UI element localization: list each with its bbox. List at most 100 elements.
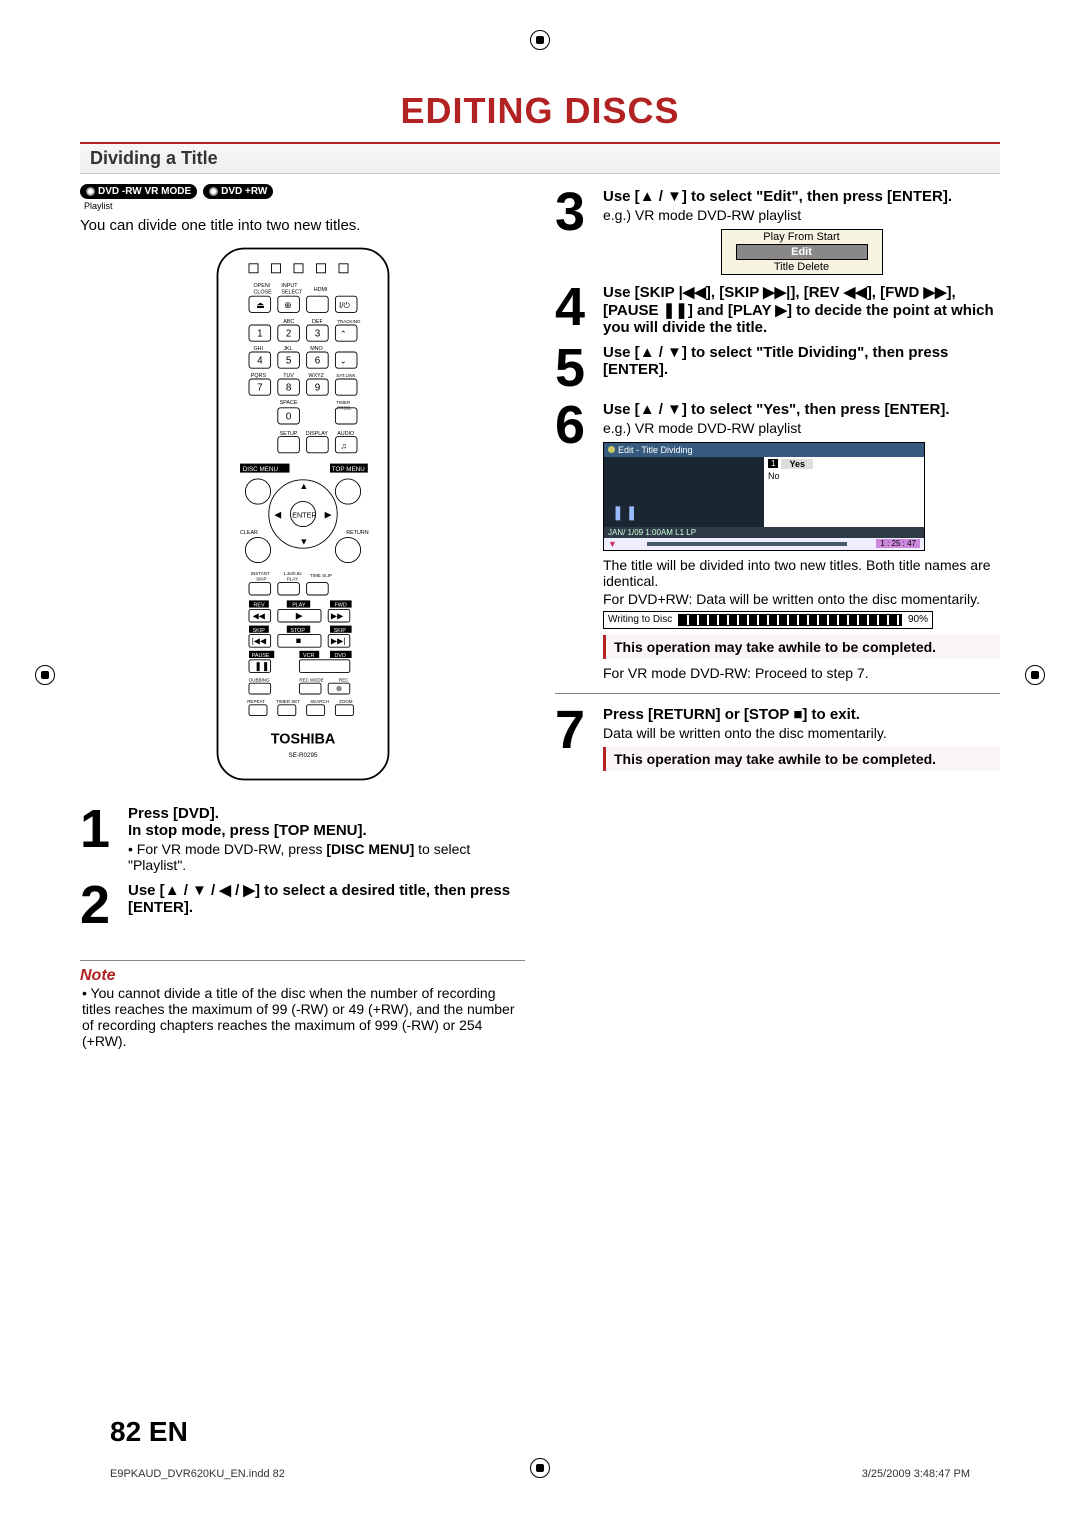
svg-text:▶▶: ▶▶ — [330, 611, 343, 620]
svg-text:SE-R0295: SE-R0295 — [288, 752, 318, 759]
step-number: 1 — [80, 805, 120, 854]
arrows-icon: ▲ / ▼ — [640, 188, 682, 205]
svg-text:▶▶|: ▶▶| — [330, 637, 345, 646]
example-label: e.g.) VR mode DVD-RW playlist — [603, 207, 1000, 223]
registration-mark — [530, 30, 550, 50]
note-body: • You cannot divide a title of the disc … — [80, 985, 525, 1049]
svg-text:6: 6 — [314, 356, 320, 367]
t: Use [ — [603, 344, 640, 361]
svg-text:SETUP: SETUP — [279, 431, 297, 437]
t: ], [SKIP — [706, 284, 763, 301]
t: Use [ — [603, 188, 640, 205]
screen-title: Edit - Title Dividing — [618, 445, 693, 455]
svg-text:SKIP: SKIP — [252, 628, 265, 634]
svg-text:SPACE: SPACE — [279, 400, 297, 406]
registration-mark — [1025, 665, 1045, 685]
svg-text:MNO: MNO — [310, 346, 323, 352]
preview-pane: ❚❚ — [604, 457, 764, 527]
manual-page: EDITING DISCS Dividing a Title DVD -RW V… — [0, 0, 1080, 1528]
note-heading: Note — [80, 960, 525, 985]
svg-text:9: 9 — [314, 383, 320, 394]
t: Press [RETURN] or [STOP — [603, 706, 793, 723]
svg-text:◀◀: ◀◀ — [252, 611, 265, 620]
step-number: 4 — [555, 283, 595, 332]
screen-footer-info: JAN/ 1/09 1:00AM L1 LP — [604, 527, 924, 538]
svg-text:REC: REC — [339, 677, 349, 682]
svg-text:1.3x/0.8x: 1.3x/0.8x — [283, 571, 302, 576]
step1-line2: In stop mode, press [TOP MENU]. — [128, 822, 367, 839]
svg-text:JKL: JKL — [283, 346, 292, 352]
elapsed-time: 1 : 25 : 47 — [876, 539, 920, 548]
svg-text:SELECT: SELECT — [281, 290, 303, 296]
svg-text:STOP: STOP — [290, 628, 305, 634]
t: Use [SKIP — [603, 284, 679, 301]
svg-text:CLEAR: CLEAR — [240, 530, 258, 536]
registration-mark — [35, 665, 55, 685]
rev-icon: ◀◀ — [844, 284, 867, 301]
disc-menu-ref: [DISC MENU] — [326, 841, 414, 857]
svg-text:RETURN: RETURN — [346, 530, 369, 536]
menu-edit-selected: Edit — [736, 244, 868, 260]
dvd-rw-vr-badge: DVD -RW VR MODE — [80, 184, 197, 199]
svg-text:TRACKING: TRACKING — [337, 319, 361, 324]
fwd-icon: ▶▶ — [923, 284, 946, 301]
t: ], [REV — [790, 284, 843, 301]
arrows-icon: ▲ / ▼ — [640, 344, 682, 361]
step6-note2: For DVD+RW: Data will be written onto th… — [603, 591, 1000, 607]
svg-text:4: 4 — [257, 356, 263, 367]
svg-text:REC MODE: REC MODE — [299, 677, 323, 682]
step-1: 1 Press [DVD]. In stop mode, press [TOP … — [80, 805, 525, 873]
step6-note1: The title will be divided into two new t… — [603, 557, 1000, 589]
step7-note: Data will be written onto the disc momen… — [603, 725, 1000, 741]
step1-bullet-pre: • For VR mode DVD-RW, press — [128, 841, 326, 857]
svg-text:■: ■ — [295, 636, 300, 646]
svg-text:ENTER: ENTER — [292, 511, 316, 520]
example-label: e.g.) VR mode DVD-RW playlist — [603, 420, 1000, 436]
svg-text:I/⏻: I/⏻ — [339, 301, 350, 310]
t: ], [FWD — [867, 284, 924, 301]
svg-text:VCR: VCR — [303, 653, 314, 659]
disc-icon — [608, 446, 615, 453]
svg-text:1: 1 — [257, 329, 263, 340]
step6-note3: For VR mode DVD-RW: Proceed to step 7. — [603, 665, 1000, 681]
svg-text:TIMER: TIMER — [336, 400, 351, 405]
svg-text:7: 7 — [257, 383, 263, 394]
svg-text:INSTANT: INSTANT — [250, 571, 269, 576]
step-number: 2 — [80, 881, 120, 930]
svg-text:⊕: ⊕ — [284, 300, 292, 310]
menu-delete: Title Delete — [722, 260, 882, 274]
svg-text:⌃: ⌃ — [339, 330, 346, 339]
svg-text:▼: ▼ — [299, 537, 308, 547]
step-6: 6 Use [▲ / ▼] to select "Yes", then pres… — [555, 401, 1000, 681]
t: ] to select "Edit", then press [ENTER]. — [682, 188, 952, 205]
right-column: 3 Use [▲ / ▼] to select "Edit", then pre… — [555, 180, 1000, 1049]
svg-text:CLOSE: CLOSE — [253, 290, 272, 296]
skip-back-icon: |◀◀ — [679, 284, 706, 301]
svg-text:8: 8 — [285, 383, 291, 394]
step1-line1: Press [DVD]. — [128, 805, 219, 822]
step-number: 3 — [555, 188, 595, 237]
svg-text:3: 3 — [314, 329, 320, 340]
pause-icon: ❚❚ — [612, 504, 639, 521]
step-4: 4 Use [SKIP |◀◀], [SKIP ▶▶|], [REV ◀◀], … — [555, 283, 1000, 336]
down-arrow-icon: ▼ — [608, 539, 617, 549]
svg-text:SAT.LINK: SAT.LINK — [336, 373, 355, 378]
t: Use [ — [603, 401, 640, 418]
writing-pct: 90% — [908, 614, 928, 625]
svg-text:ABC: ABC — [283, 319, 294, 325]
svg-text:5: 5 — [285, 356, 291, 367]
svg-text:0: 0 — [285, 412, 291, 423]
edit-popup-menu: Play From Start Edit Title Delete — [721, 229, 883, 275]
badge-text: DVD -RW VR MODE — [98, 186, 191, 197]
svg-text:DUBBING: DUBBING — [249, 677, 270, 682]
svg-text:|◀◀: |◀◀ — [251, 637, 266, 646]
progress-bar — [647, 542, 847, 546]
step-3: 3 Use [▲ / ▼] to select "Edit", then pre… — [555, 188, 1000, 275]
svg-text:TOSHIBA: TOSHIBA — [270, 732, 335, 748]
play-icon: ▶ — [775, 302, 787, 319]
svg-text:REPEAT: REPEAT — [247, 699, 265, 704]
yes-option: Yes — [781, 459, 813, 469]
svg-text:SKIP: SKIP — [333, 628, 346, 634]
svg-text:SEARCH: SEARCH — [310, 699, 329, 704]
title-index: 1 — [768, 459, 778, 468]
